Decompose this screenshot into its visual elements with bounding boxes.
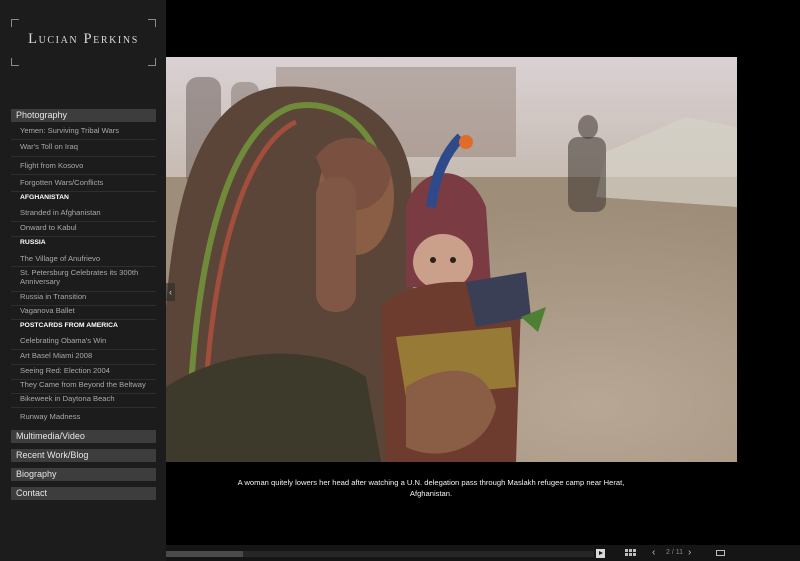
- nav-photography[interactable]: Photography: [11, 109, 156, 122]
- logo-corner: [11, 58, 19, 66]
- submenu-item-forgotten-wars[interactable]: Forgotten Wars/Conflicts: [11, 178, 156, 192]
- image-counter: 2 / 11: [666, 549, 683, 556]
- submenu-item-anufrievo[interactable]: The Village of Anufrievo: [11, 254, 156, 267]
- submenu-item-runway[interactable]: Runway Madness: [11, 412, 156, 426]
- logo-corner: [148, 19, 156, 27]
- viewer-controls: ‹ 2 / 11 ›: [166, 545, 800, 561]
- sidebar: Lucian Perkins Photography Yemen: Surviv…: [0, 0, 166, 561]
- site-logo[interactable]: Lucian Perkins: [11, 19, 156, 66]
- submenu-item-art-basel[interactable]: Art Basel Miami 2008: [11, 351, 156, 365]
- nav-contact[interactable]: Contact: [11, 487, 156, 500]
- submenu-item-vaganova[interactable]: Vaganova Ballet: [11, 306, 156, 320]
- category-russia: RUSSIA: [20, 239, 46, 246]
- play-icon[interactable]: [596, 549, 605, 558]
- caption-toggle-icon[interactable]: [716, 550, 725, 556]
- submenu-item-yemen[interactable]: Yemen: Surviving Tribal Wars: [11, 126, 156, 140]
- photo-caption: A woman quitely lowers her head after wa…: [237, 478, 625, 498]
- site-title: Lucian Perkins: [28, 31, 139, 47]
- submenu-item-kabul[interactable]: Onward to Kabul: [11, 223, 156, 237]
- submenu-item-seeing-red[interactable]: Seeing Red: Election 2004: [11, 366, 156, 380]
- category-afghanistan: AFGHANISTAN: [20, 194, 69, 201]
- slideshow-progress-fill: [166, 551, 244, 557]
- grid-icon[interactable]: [625, 549, 636, 557]
- photo-prev-edge-arrow[interactable]: ‹: [166, 283, 175, 301]
- logo-corner: [11, 19, 19, 27]
- slideshow-progress[interactable]: [166, 551, 594, 557]
- next-arrow-icon[interactable]: ›: [688, 547, 691, 558]
- category-postcards: POSTCARDS FROM AMERICA: [20, 322, 118, 329]
- submenu-item-obama[interactable]: Celebrating Obama's Win: [11, 336, 156, 350]
- submenu-item-kosovo[interactable]: Flight from Kosovo: [11, 161, 156, 175]
- nav-recent-work[interactable]: Recent Work/Blog: [11, 449, 156, 462]
- submenu-item-beltway[interactable]: They Came from Beyond the Beltway: [11, 380, 156, 394]
- submenu-item-stranded[interactable]: Stranded in Afghanistan: [11, 208, 156, 222]
- submenu-item-bikeweek[interactable]: Bikeweek in Daytona Beach: [11, 394, 156, 408]
- logo-corner: [148, 58, 156, 66]
- prev-arrow-icon[interactable]: ‹: [652, 547, 655, 558]
- submenu-item-st-petersburg[interactable]: St. Petersburg Celebrates its 300th Anni…: [11, 268, 156, 292]
- main-photo[interactable]: [166, 57, 737, 462]
- nav-multimedia[interactable]: Multimedia/Video: [11, 430, 156, 443]
- submenu-item-iraq[interactable]: War's Toll on Iraq: [11, 142, 156, 157]
- nav-biography[interactable]: Biography: [11, 468, 156, 481]
- submenu-item-russia-transition[interactable]: Russia in Transition: [11, 292, 156, 306]
- photo-illustration: [166, 57, 737, 462]
